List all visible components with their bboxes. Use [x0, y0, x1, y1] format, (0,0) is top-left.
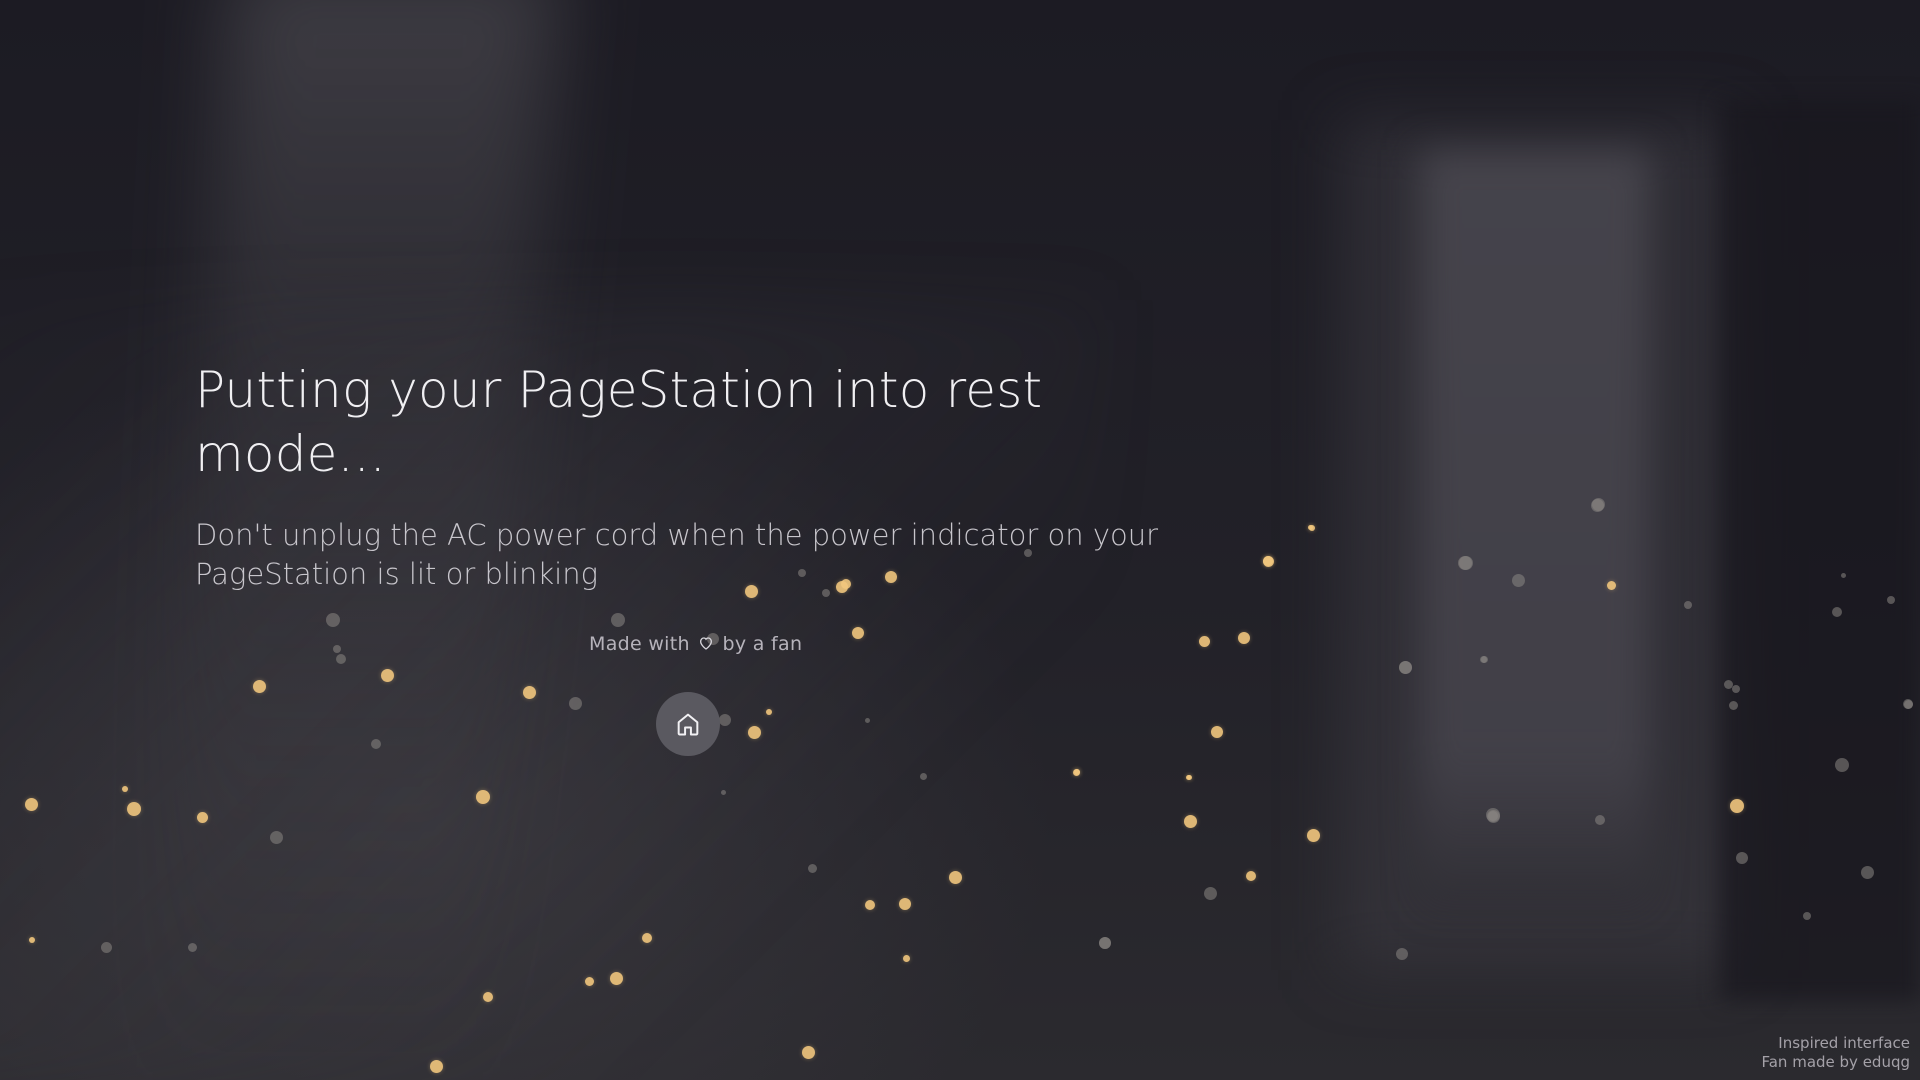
particle	[127, 802, 141, 816]
particle	[801, 1045, 815, 1059]
particle	[865, 900, 875, 910]
credit-after: by a fan	[722, 633, 803, 655]
particle	[1099, 937, 1111, 949]
footer-line-inspired: Inspired interface	[1778, 1034, 1910, 1052]
rest-mode-screen: Putting your PageStation into rest mode.…	[0, 0, 1920, 1080]
particle	[1684, 601, 1692, 609]
particle	[196, 811, 208, 823]
particle	[483, 992, 493, 1002]
particle	[1203, 886, 1217, 900]
credit-before: Made with	[589, 633, 690, 655]
particle	[326, 613, 340, 627]
particle	[1730, 799, 1744, 813]
particle	[852, 627, 864, 639]
particle	[720, 789, 726, 795]
particle	[719, 714, 731, 726]
particle	[252, 679, 266, 693]
particle	[476, 790, 490, 804]
particle	[1072, 768, 1080, 776]
particle	[1903, 699, 1913, 709]
particle	[864, 717, 870, 723]
particle	[187, 942, 197, 952]
particle	[336, 654, 346, 664]
particle	[333, 645, 341, 653]
particle	[642, 933, 652, 943]
particle	[1246, 871, 1256, 881]
particle	[1840, 572, 1846, 578]
particle	[1832, 607, 1842, 617]
particle	[1185, 774, 1191, 780]
particle	[584, 976, 594, 986]
particle	[24, 797, 38, 811]
particle	[1606, 580, 1616, 590]
message-block: Putting your PageStation into rest mode.…	[195, 358, 1245, 594]
particle	[1262, 555, 1274, 567]
particle	[269, 830, 283, 844]
page-title: Putting your PageStation into rest mode.…	[195, 361, 1043, 483]
particle	[899, 898, 911, 910]
particle	[919, 772, 927, 780]
particle	[766, 709, 772, 715]
page-subtitle: Don't unplug the AC power cord when the …	[195, 518, 1159, 591]
particle	[1309, 525, 1315, 531]
particle	[1458, 556, 1472, 570]
particle	[948, 870, 962, 884]
home-icon	[677, 713, 699, 736]
particle	[1728, 700, 1738, 710]
particle	[1511, 573, 1525, 587]
particle	[100, 941, 112, 953]
particle	[1590, 498, 1604, 512]
particle	[1183, 814, 1197, 828]
particle	[1480, 655, 1488, 663]
particle	[1306, 828, 1320, 842]
particle	[1595, 815, 1605, 825]
particle	[522, 685, 536, 699]
particle	[1398, 660, 1412, 674]
particle	[1736, 852, 1748, 864]
particle	[1860, 865, 1874, 879]
credit-text: Made with by a fan	[589, 633, 802, 655]
particle	[1198, 635, 1210, 647]
footer-attribution: Inspired interface Fan made by eduqg	[1761, 1034, 1910, 1072]
particle	[609, 971, 623, 985]
particle	[29, 937, 35, 943]
footer-line-fanmade: Fan made by eduqg	[1761, 1053, 1910, 1071]
particle	[902, 954, 910, 962]
particle	[1835, 758, 1849, 772]
particle	[371, 739, 381, 749]
particle	[747, 725, 761, 739]
particle	[429, 1059, 443, 1073]
particle	[807, 863, 817, 873]
heart-icon	[698, 634, 714, 650]
particle	[1887, 596, 1895, 604]
home-button[interactable]	[656, 692, 720, 756]
particle	[1396, 948, 1408, 960]
background-panel-shadow	[1720, 100, 1920, 1000]
particle	[1486, 809, 1500, 823]
particle	[568, 696, 582, 710]
particle	[380, 668, 394, 682]
particle	[1238, 632, 1250, 644]
background-panel	[1420, 150, 1650, 910]
particle	[1211, 726, 1223, 738]
particle	[122, 786, 128, 792]
particle	[1803, 912, 1811, 920]
particle	[611, 613, 625, 627]
particle	[1732, 685, 1740, 693]
